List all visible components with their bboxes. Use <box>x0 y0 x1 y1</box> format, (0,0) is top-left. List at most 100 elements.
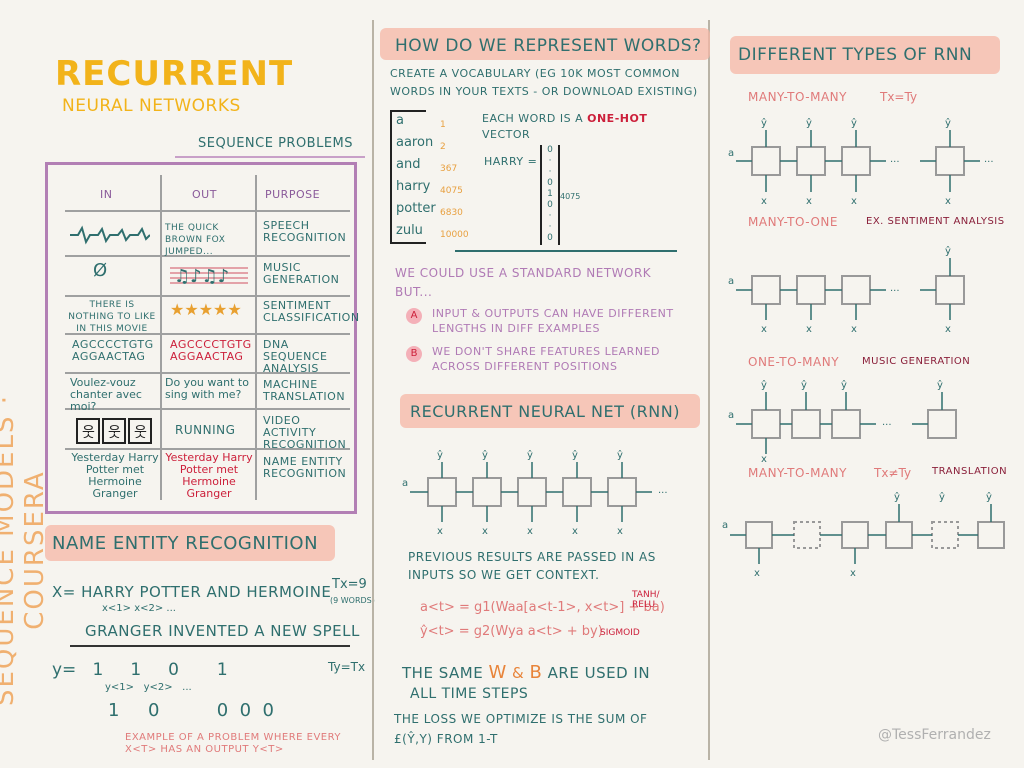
rnn-loss2: £(ŷ,y) FROM 1-T <box>394 732 498 746</box>
row-out: Do you want to sing with me? <box>165 376 249 401</box>
row-purpose: NAME ENTITY RECOGNITION <box>263 455 347 480</box>
row-out: THE QUICK BROWN FOX JUMPED... <box>165 223 226 257</box>
rnn-loss1: THE LOSS WE OPTIMIZE IS THE SUM OF <box>394 712 648 726</box>
m2m2-example: TRANSLATION <box>932 466 1008 477</box>
m2m2-diagram: ŷ ŷ ŷ x x a <box>722 491 1005 579</box>
row-out: RUNNING <box>175 423 236 437</box>
one-hot-vector: 0 · · 0 1 0 · · 0 <box>540 145 560 245</box>
row-purpose: MACHINE TRANSLATION <box>263 378 346 403</box>
b-label: b <box>529 662 543 683</box>
vocab-index: 4075 <box>440 186 463 196</box>
svg-text:x: x <box>850 568 856 579</box>
svg-text:ŷ: ŷ <box>572 449 578 461</box>
w-label: W <box>488 662 507 683</box>
svg-text:x: x <box>617 526 623 537</box>
svg-text:ŷ: ŷ <box>761 117 767 129</box>
column-divider <box>708 20 710 760</box>
vector-text: VECTOR <box>482 128 531 141</box>
row-in: THERE IS NOTHING TO LIKE IN THIS MOVIE <box>68 300 156 334</box>
sequence-problems-heading: SEQUENCE PROBLEMS <box>198 136 354 151</box>
table-row-divider <box>65 295 350 297</box>
side-label: SEQUENCE MODELS · COURSERA <box>0 394 50 707</box>
svg-text:x: x <box>945 324 951 335</box>
m2o-label: MANY-TO-ONE <box>748 215 838 229</box>
rnn-unrolled-diagram: ŷ ŷ ŷ ŷ ŷ x x x x x a ··· <box>402 449 668 537</box>
svg-text:···: ··· <box>890 157 900 168</box>
reason-b-marker: B <box>406 346 422 362</box>
table-header-out: OUT <box>192 188 217 201</box>
waveform-icon <box>70 225 150 245</box>
svg-text:ŷ: ŷ <box>527 449 533 461</box>
vocab-word: a <box>396 113 404 128</box>
svg-text:웃: 웃 <box>134 425 147 441</box>
vocab-index: 10000 <box>440 230 469 240</box>
table-header-purpose: PURPOSE <box>265 188 321 201</box>
vocab-list: a aaron and harry potter zulu <box>396 110 436 242</box>
heading-underline <box>175 156 365 158</box>
svg-text:ŷ: ŷ <box>937 379 943 391</box>
svg-text:x: x <box>761 324 767 335</box>
svg-text:ŷ: ŷ <box>617 449 623 461</box>
svg-text:ŷ: ŷ <box>939 491 945 503</box>
o2m-diagram: ŷ ŷ ŷ ŷ x ··· a <box>728 379 957 462</box>
table-col-divider <box>160 175 162 500</box>
types-heading: DIFFERENT TYPES OF RNN <box>738 45 973 65</box>
svg-text:x: x <box>851 196 857 207</box>
svg-text:a: a <box>728 148 734 159</box>
main-title: RECURRENT <box>55 54 294 94</box>
rnn-eq2: ŷ<t> = g2(Wya a<t> + by) <box>420 624 603 639</box>
svg-text:ŷ: ŷ <box>437 449 443 461</box>
vocab-word: potter <box>396 201 436 216</box>
each-word-text: EACH WORD IS A ONE-HOT <box>482 112 647 125</box>
rnn-same-line: THE SAME W & b ARE USED IN <box>402 662 650 683</box>
vocab-index: 367 <box>440 164 458 174</box>
vocab-line2: WORDS IN YOUR TEXTS - OR DOWNLOAD EXISTI… <box>390 85 698 98</box>
same-label: THE SAME <box>402 664 484 682</box>
music-notes-icon: ♫♪♫♪ <box>170 266 248 287</box>
svg-text:ŷ: ŷ <box>894 491 900 503</box>
svg-text:x: x <box>482 526 488 537</box>
one-hot-label: ONE-HOT <box>587 112 648 125</box>
svg-text:a: a <box>728 276 734 287</box>
svg-text:x: x <box>761 196 767 207</box>
row-out: AGCCCCTGTG AGGAACTAG <box>170 338 252 363</box>
subtitle: NEURAL NETWORKS <box>62 96 241 116</box>
table-row-divider <box>65 210 350 212</box>
svg-text:웃: 웃 <box>108 425 121 441</box>
table-col-divider <box>255 175 257 500</box>
row-in: Voulez-vouz chanter avec moi? <box>70 376 142 413</box>
row-purpose: DNA SEQUENCE ANALYSIS <box>263 338 328 375</box>
row-purpose: SPEECH RECOGNITION <box>263 219 347 244</box>
svg-text:ŷ: ŷ <box>841 379 847 391</box>
rnn-desc: PREVIOUS RESULTS ARE PASSED IN AS INPUTS… <box>408 550 656 582</box>
m2m-diagram: ŷ ŷ ŷ ŷ x x x x ··· ··· a <box>728 117 994 207</box>
row-in: Ø <box>93 260 108 281</box>
ner-line2: GRANGER INVENTED A NEW SPELL <box>85 622 360 640</box>
ner-y-line2: 1 0 0 0 0 <box>108 700 274 721</box>
ner-divider-line <box>70 645 350 647</box>
row-in: Yesterday Harry Potter met Hermoine Gran… <box>71 451 159 500</box>
svg-text:x: x <box>806 196 812 207</box>
rnn-heading: RECURRENT NEURAL NET (RNN) <box>410 402 680 421</box>
svg-text:···: ··· <box>890 286 900 297</box>
svg-text:x: x <box>527 526 533 537</box>
represent-heading: HOW DO WE REPRESENT WORDS? <box>395 36 702 56</box>
rnn-all-steps: ALL TIME STEPS <box>410 686 529 702</box>
harry-label: HARRY = <box>484 155 538 168</box>
svg-text:a: a <box>402 478 408 489</box>
m2m2-label: MANY-TO-MANY <box>748 466 847 480</box>
svg-text:a: a <box>722 520 728 531</box>
ner-x-line: X= HARRY POTTER AND HERMOINE <box>52 583 332 601</box>
vocab-index: 1 <box>440 120 446 130</box>
vocab-index: 2 <box>440 142 446 152</box>
m2o-diagram: ŷ x x x x ··· a <box>728 245 965 335</box>
svg-text:ŷ: ŷ <box>801 379 807 391</box>
reason-b: WE DON'T SHARE FEATURES LEARNED ACROSS D… <box>432 345 660 373</box>
reason-a-marker: A <box>406 308 422 324</box>
svg-text:x: x <box>572 526 578 537</box>
row-purpose: MUSIC GENERATION <box>263 261 340 286</box>
ner-note: EXAMPLE OF A PROBLEM WHERE EVERY x<t> HA… <box>125 732 342 755</box>
svg-text:x: x <box>761 454 767 462</box>
each-word-label: EACH WORD IS A <box>482 112 584 125</box>
same2-label: ARE USED IN <box>547 664 651 682</box>
